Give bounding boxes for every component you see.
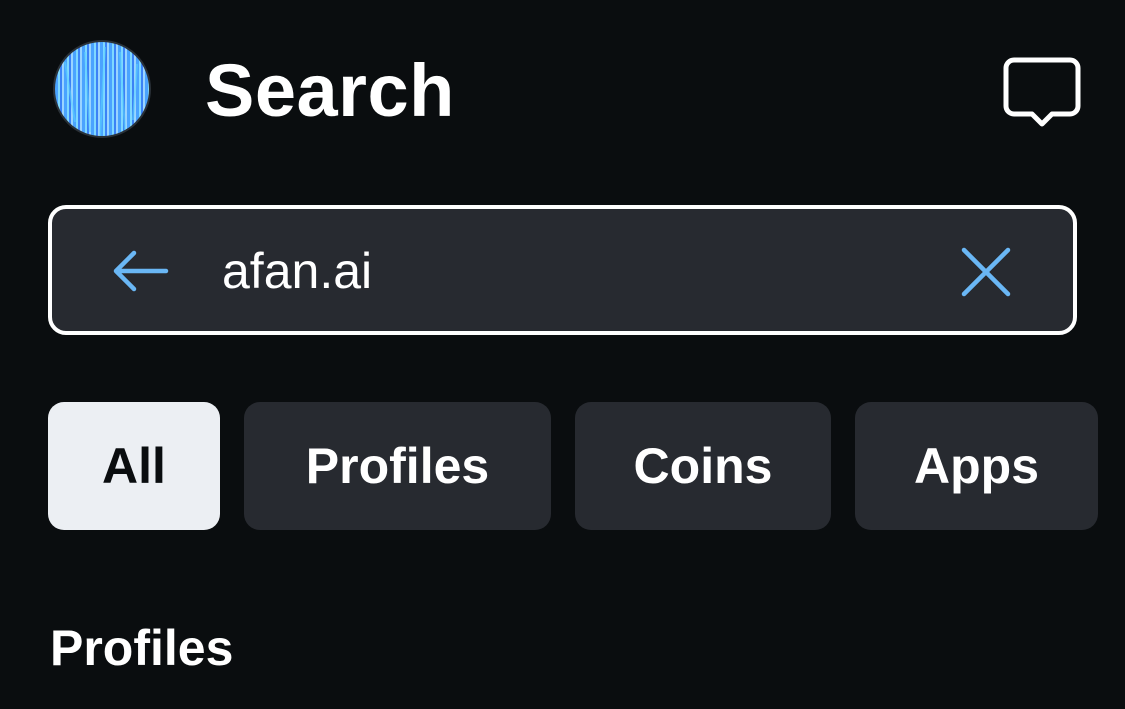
close-icon[interactable] bbox=[960, 246, 1012, 298]
search-input[interactable] bbox=[222, 231, 922, 311]
section-title-profiles: Profiles bbox=[50, 620, 234, 676]
tab-all[interactable]: All bbox=[48, 402, 220, 530]
arrow-left-icon[interactable] bbox=[110, 247, 170, 295]
header: Search bbox=[0, 0, 1125, 180]
page-title: Search bbox=[205, 49, 455, 132]
filter-tabs: All Profiles Coins Apps bbox=[0, 402, 1125, 532]
tab-profiles[interactable]: Profiles bbox=[244, 402, 551, 530]
tab-coins[interactable]: Coins bbox=[575, 402, 831, 530]
chat-bubble-icon[interactable] bbox=[1002, 54, 1082, 134]
avatar-pattern-icon bbox=[64, 46, 138, 136]
search-bar bbox=[48, 205, 1077, 335]
avatar[interactable] bbox=[53, 40, 151, 138]
tab-apps[interactable]: Apps bbox=[855, 402, 1098, 530]
